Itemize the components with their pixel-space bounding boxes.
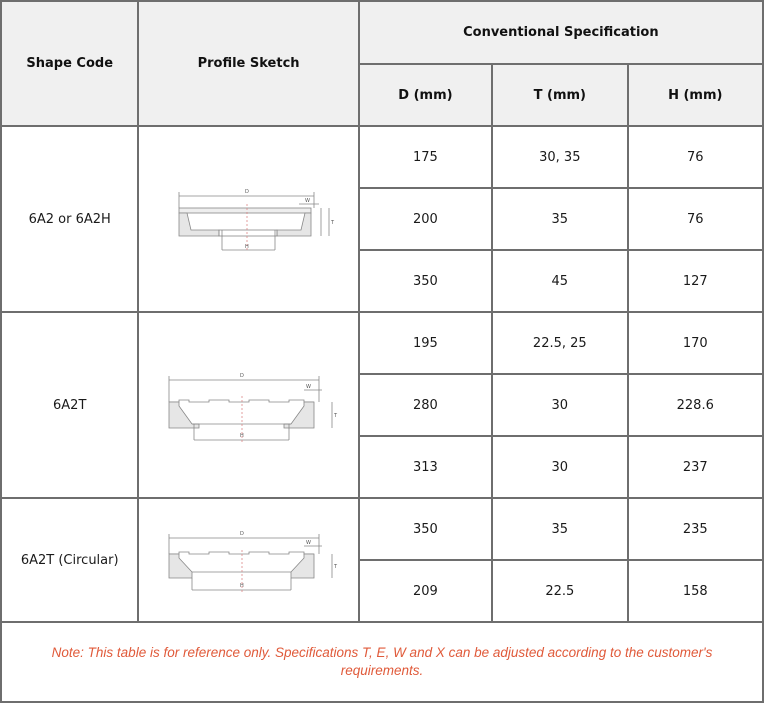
sketch-label-w: W <box>306 384 311 390</box>
sketch-label-w: W <box>305 198 310 204</box>
header-profile-sketch: Profile Sketch <box>137 0 360 127</box>
t-cell: 30 <box>491 435 629 499</box>
profile-sketch-cell: D H W T <box>137 125 360 313</box>
sketch-label-t: T <box>333 413 338 419</box>
d-cell: 350 <box>357 497 494 561</box>
table-row: 6A2T D H W T 195 22.5, 25 170 <box>0 311 764 499</box>
h-cell: 76 <box>626 187 764 251</box>
h-cell: 158 <box>626 559 764 623</box>
t-cell: 35 <box>491 497 629 561</box>
cup-wheel-6a2t-profile-icon: D H W T <box>168 373 338 442</box>
d-cell: 195 <box>357 311 494 375</box>
h-cell: 76 <box>626 125 764 189</box>
sketch-label-h: H <box>245 244 249 250</box>
shape-code-cell: 6A2 or 6A2H <box>0 125 140 313</box>
h-cell: 170 <box>626 311 764 375</box>
d-cell: 350 <box>357 249 494 313</box>
header-d: D (mm) <box>357 63 494 127</box>
sketch-label-h: H <box>240 583 244 589</box>
d-cell: 209 <box>357 559 494 623</box>
d-cell: 280 <box>357 373 494 437</box>
header-row-top: Shape Code Profile Sketch Conventional S… <box>0 0 764 127</box>
h-cell: 235 <box>626 497 764 561</box>
d-cell: 313 <box>357 435 494 499</box>
d-cell: 175 <box>357 125 494 189</box>
t-cell: 22.5 <box>491 559 629 623</box>
shape-code-cell: 6A2T <box>0 311 140 499</box>
header-conventional-specification: Conventional Specification <box>357 0 764 65</box>
header-shape-code: Shape Code <box>0 0 140 127</box>
t-cell: 30, 35 <box>491 125 629 189</box>
sketch-label-t: T <box>333 564 338 570</box>
h-cell: 127 <box>626 249 764 313</box>
cup-wheel-6a2-profile-icon: D H W T <box>178 189 335 252</box>
sketch-label-t: T <box>330 220 335 226</box>
table-row: 6A2 or 6A2H D H W T 175 30, 35 76 <box>0 125 764 313</box>
sketch-label-d: D <box>240 531 244 537</box>
specification-table: Shape Code Profile Sketch Conventional S… <box>0 0 764 703</box>
table-row: 6A2T (Circular) D H W T 350 35 235 <box>0 497 764 623</box>
reference-note: Note: This table is for reference only. … <box>0 621 764 703</box>
t-cell: 30 <box>491 373 629 437</box>
header-h: H (mm) <box>626 63 764 127</box>
h-cell: 237 <box>626 435 764 499</box>
t-cell: 35 <box>491 187 629 251</box>
sketch-label-w: W <box>306 540 311 546</box>
d-cell: 200 <box>357 187 494 251</box>
t-cell: 22.5, 25 <box>491 311 629 375</box>
h-cell: 228.6 <box>626 373 764 437</box>
t-cell: 45 <box>491 249 629 313</box>
profile-sketch-cell: D H W T <box>137 311 360 499</box>
sketch-label-h: H <box>240 433 244 439</box>
header-t: T (mm) <box>491 63 629 127</box>
shape-code-cell: 6A2T (Circular) <box>0 497 140 623</box>
profile-sketch-cell: D H W T <box>137 497 360 623</box>
sketch-label-d: D <box>245 189 249 195</box>
cup-wheel-6a2t-circular-profile-icon: D H W T <box>168 531 338 592</box>
note-row: Note: This table is for reference only. … <box>0 621 764 703</box>
sketch-label-d: D <box>240 373 244 379</box>
